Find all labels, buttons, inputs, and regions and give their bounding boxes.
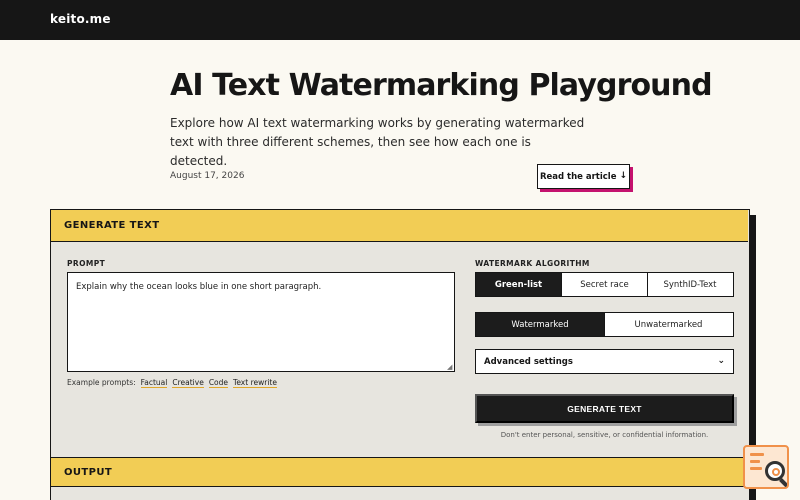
widget-line [750, 453, 764, 456]
algorithm-secret-race-option[interactable]: Secret race [561, 273, 647, 296]
resize-handle-icon[interactable]: ◢ [447, 364, 452, 371]
publish-date: August 17, 2026 [170, 171, 245, 181]
example-prompts: Example prompts: Factual Creative Code T… [67, 378, 277, 388]
example-text-rewrite-link[interactable]: Text rewrite [233, 378, 277, 388]
page-subtitle: Explore how AI text watermarking works b… [170, 116, 585, 168]
generate-header: GENERATE TEXT [51, 210, 748, 242]
mode-watermarked-option[interactable]: Watermarked [476, 313, 604, 336]
prompt-label: PROMPT [67, 259, 106, 268]
generate-panel: GENERATE TEXT PROMPT Explain why the oce… [50, 209, 750, 500]
algorithm-label: WATERMARK ALGORITHM [475, 259, 590, 268]
site-brand-link[interactable]: keito.me [50, 12, 111, 26]
chevron-down-icon: ⌄ [717, 356, 725, 366]
magnifier-handle [779, 478, 787, 487]
advanced-settings-dropdown[interactable]: Advanced settings ⌄ [475, 349, 734, 374]
top-nav-bar: keito.me [0, 0, 800, 40]
output-header-label: OUTPUT [64, 467, 113, 478]
page-title: AI Text Watermarking Playground [170, 68, 713, 103]
read-article-wrapper: Read the article ↓ [537, 164, 633, 192]
feedback-widget-icon[interactable] [743, 445, 789, 489]
example-creative-link[interactable]: Creative [172, 378, 204, 388]
generate-header-label: GENERATE TEXT [64, 220, 160, 231]
read-article-button[interactable]: Read the article ↓ [537, 164, 630, 189]
generate-text-button[interactable]: GENERATE TEXT [475, 394, 734, 423]
widget-line [750, 467, 762, 470]
magnifier-lens [772, 468, 780, 476]
watermark-mode-toggle: Watermarked Unwatermarked [475, 312, 734, 337]
output-header: OUTPUT [51, 457, 748, 487]
advanced-settings-label: Advanced settings [484, 356, 573, 367]
widget-line [750, 460, 760, 463]
example-factual-link[interactable]: Factual [140, 378, 168, 388]
read-article-label: Read the article [539, 171, 617, 182]
mode-unwatermarked-option[interactable]: Unwatermarked [604, 313, 732, 336]
algorithm-green-list-option[interactable]: Green-list [476, 273, 561, 296]
privacy-disclaimer: Don't enter personal, sensitive, or conf… [500, 431, 709, 439]
example-prompts-label: Example prompts: [67, 378, 136, 387]
arrow-down-icon: ↓ [619, 171, 628, 181]
example-code-link[interactable]: Code [208, 378, 229, 388]
algorithm-selector: Green-list Secret race SynthID-Text [475, 272, 734, 297]
prompt-input[interactable]: Explain why the ocean looks blue in one … [67, 272, 455, 372]
algorithm-synthid-option[interactable]: SynthID-Text [647, 273, 732, 296]
